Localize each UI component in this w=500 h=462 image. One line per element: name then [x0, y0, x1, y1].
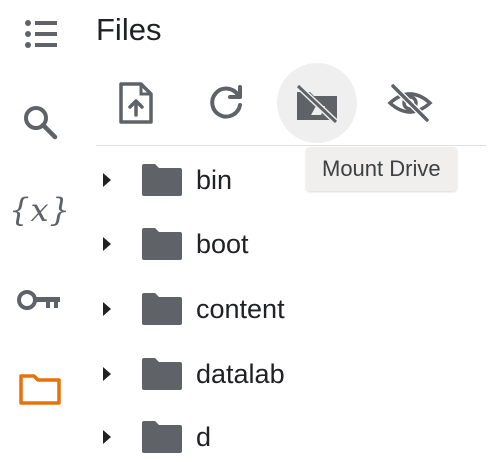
- upload-button[interactable]: [96, 63, 176, 143]
- expand-chevron-icon[interactable]: [96, 233, 118, 255]
- file-name: bin: [196, 164, 233, 195]
- file-row-boot[interactable]: boot: [90, 219, 490, 269]
- folder-icon: [140, 356, 184, 392]
- hide-files-button[interactable]: [370, 63, 450, 143]
- table-of-contents-button[interactable]: [14, 8, 66, 60]
- variables-icon: {x}: [9, 191, 71, 229]
- search-icon: [24, 106, 58, 140]
- file-row-content[interactable]: content: [90, 284, 490, 334]
- expand-chevron-icon[interactable]: [96, 298, 118, 320]
- refresh-icon: [210, 85, 242, 119]
- file-name: boot: [196, 228, 249, 259]
- files-button[interactable]: [14, 362, 66, 414]
- folder-icon: [140, 226, 184, 262]
- folder-icon: [140, 162, 184, 198]
- variables-button[interactable]: {x}: [9, 184, 70, 236]
- folder-icon: [19, 374, 61, 405]
- expand-chevron-icon[interactable]: [96, 426, 118, 448]
- file-name: d: [196, 421, 212, 452]
- mount-drive-icon: [295, 83, 339, 124]
- key-icon: [17, 290, 60, 310]
- panel-title: Files: [96, 12, 162, 47]
- toolbar-divider: [96, 145, 486, 146]
- file-name: datalab: [196, 358, 285, 389]
- search-button[interactable]: [14, 96, 66, 148]
- file-name: content: [196, 293, 285, 324]
- left-sidebar: {x}: [0, 0, 82, 431]
- folder-icon: [140, 291, 184, 327]
- expand-chevron-icon[interactable]: [96, 169, 118, 191]
- refresh-button[interactable]: [186, 63, 266, 143]
- menu-list-icon: [25, 20, 57, 48]
- file-row-datalab[interactable]: datalab: [90, 349, 490, 399]
- file-row-bin[interactable]: bin: [90, 155, 490, 205]
- upload-icon: [119, 82, 153, 124]
- hide-files-icon: [387, 83, 433, 123]
- mount-drive-button[interactable]: [277, 63, 357, 143]
- expand-chevron-icon[interactable]: [96, 363, 118, 385]
- file-row-partial[interactable]: d: [90, 412, 490, 462]
- folder-icon: [140, 419, 184, 455]
- secrets-button[interactable]: [14, 274, 66, 326]
